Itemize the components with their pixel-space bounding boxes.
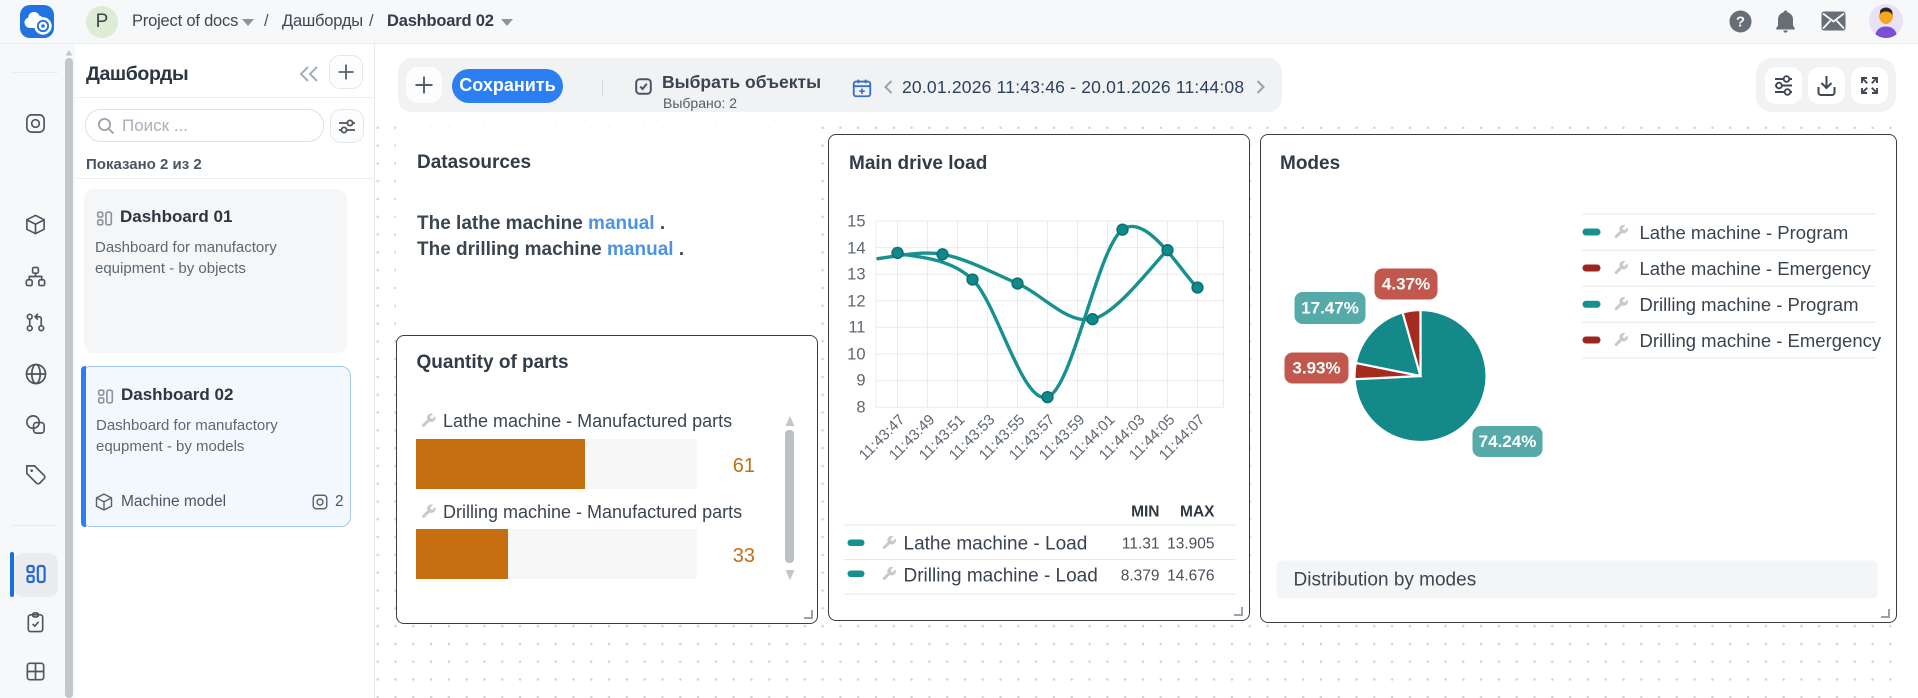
svg-text:Drilling machine - Emergency: Drilling machine - Emergency bbox=[1640, 330, 1882, 351]
svg-text:4.37%: 4.37% bbox=[1382, 275, 1430, 294]
svg-text:?: ? bbox=[1736, 14, 1745, 31]
svg-text:Distribution by modes: Distribution by modes bbox=[1294, 570, 1477, 591]
svg-text:8: 8 bbox=[856, 399, 865, 417]
svg-text:11.31: 11.31 bbox=[1122, 536, 1160, 553]
svg-text:15: 15 bbox=[847, 213, 865, 231]
svg-text:12: 12 bbox=[847, 293, 865, 311]
svg-text:10: 10 bbox=[847, 346, 865, 364]
svg-text:74.24%: 74.24% bbox=[1479, 432, 1537, 451]
svg-text:8.379: 8.379 bbox=[1121, 568, 1160, 585]
svg-text:Drilling machine - Load: Drilling machine - Load bbox=[904, 566, 1098, 587]
svg-text:13.905: 13.905 bbox=[1167, 536, 1214, 553]
svg-text:MAX: MAX bbox=[1180, 504, 1215, 521]
svg-text:9: 9 bbox=[856, 372, 865, 390]
svg-text:Lathe machine - Emergency: Lathe machine - Emergency bbox=[1640, 258, 1872, 279]
svg-text:MIN: MIN bbox=[1131, 504, 1159, 521]
svg-text:11: 11 bbox=[848, 319, 865, 337]
svg-text:14.676: 14.676 bbox=[1167, 568, 1214, 585]
svg-text:Lathe machine - Load: Lathe machine - Load bbox=[904, 534, 1088, 555]
svg-text:3.93%: 3.93% bbox=[1292, 359, 1340, 378]
svg-text:13: 13 bbox=[847, 266, 865, 284]
svg-text:Lathe machine - Program: Lathe machine - Program bbox=[1640, 222, 1849, 243]
svg-text:17.47%: 17.47% bbox=[1301, 299, 1359, 318]
svg-text:14: 14 bbox=[847, 240, 865, 258]
svg-text:Drilling machine - Program: Drilling machine - Program bbox=[1640, 294, 1859, 315]
